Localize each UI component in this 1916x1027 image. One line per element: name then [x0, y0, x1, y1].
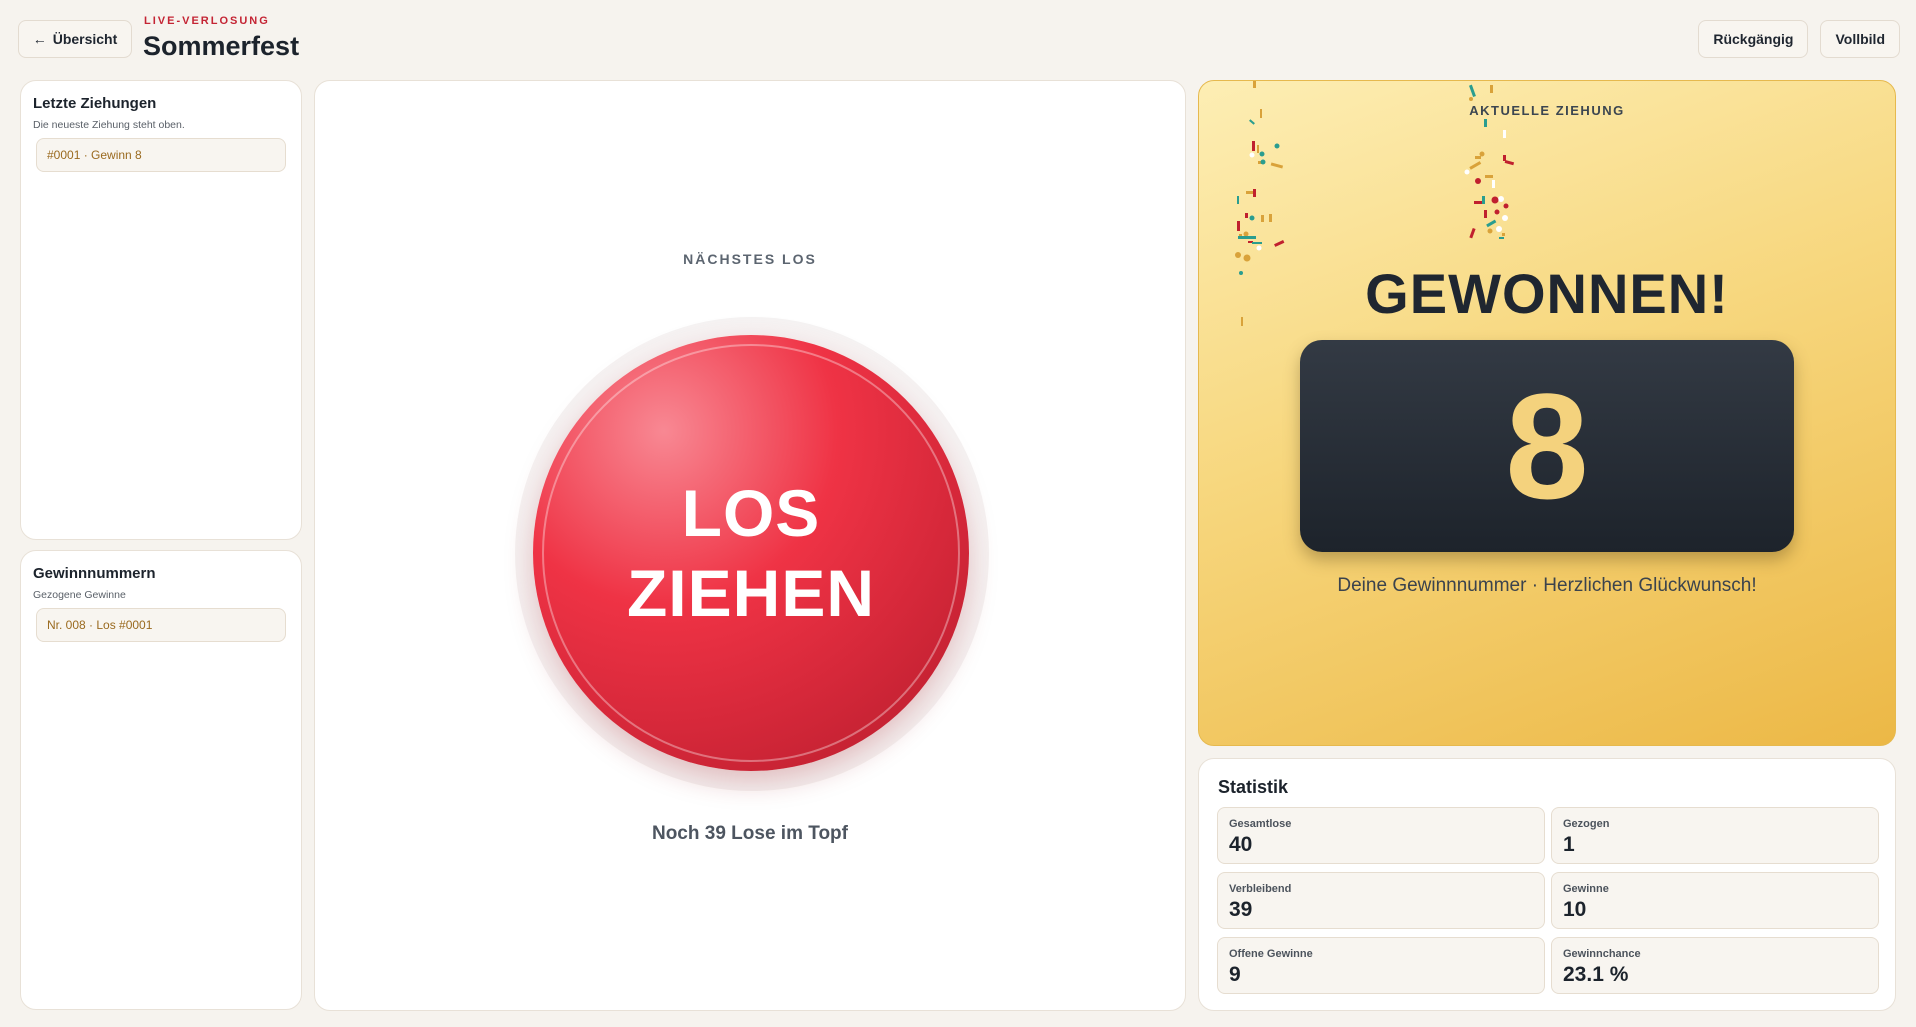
- undo-button[interactable]: Rückgängig: [1698, 20, 1809, 58]
- winning-numbers-panel: Gewinnnummern Gezogene Gewinne Nr. 008 ·…: [20, 550, 302, 1010]
- top-actions: Rückgängig Vollbild: [1698, 20, 1900, 58]
- won-headline: GEWONNEN!: [1365, 262, 1729, 325]
- stat-label: Gewinnchance: [1563, 948, 1641, 960]
- draw-button[interactable]: LOS ZIEHEN: [533, 335, 969, 771]
- winning-number: 8: [1505, 362, 1589, 530]
- draw-button-line2: ZIEHEN: [626, 556, 876, 630]
- draw-panel: NÄCHSTES LOS LOS ZIEHEN Noch 39 Lose im …: [314, 80, 1186, 1011]
- recent-draws-panel: Letzte Ziehungen Die neueste Ziehung ste…: [20, 80, 302, 540]
- statistics-title: Statistik: [1218, 777, 1289, 797]
- stat-value: 39: [1229, 898, 1253, 921]
- recent-draws-subtitle: Die neueste Ziehung steht oben.: [33, 119, 185, 131]
- stat-win-chance: Gewinnchance 23.1 %: [1551, 937, 1879, 994]
- stat-label: Offene Gewinne: [1229, 948, 1313, 960]
- stat-total-tickets: Gesamtlose 40: [1217, 807, 1545, 864]
- stat-open-prizes: Offene Gewinne 9: [1217, 937, 1545, 994]
- remaining-tickets-text: Noch 39 Lose im Topf: [651, 823, 848, 844]
- page-title: Sommerfest: [143, 31, 300, 61]
- next-ticket-label: NÄCHSTES LOS: [683, 251, 817, 267]
- statistics-panel: Statistik Gesamtlose 40 Gezogen 1 Verble…: [1198, 758, 1896, 1011]
- back-button[interactable]: ← Übersicht: [18, 20, 132, 58]
- stat-label: Gesamtlose: [1229, 818, 1292, 830]
- stat-remaining: Verbleibend 39: [1217, 872, 1545, 929]
- stat-label: Verbleibend: [1229, 883, 1292, 895]
- page-eyebrow: LIVE-VERLOSUNG: [144, 15, 270, 27]
- winning-numbers-subtitle: Gezogene Gewinne: [33, 589, 126, 601]
- winning-number-display: 8: [1300, 340, 1794, 552]
- congratulations-message: Deine Gewinnnummer · Herzlichen Glückwun…: [1337, 575, 1757, 596]
- current-draw-label: AKTUELLE ZIEHUNG: [1469, 103, 1625, 118]
- stat-label: Gezogen: [1563, 818, 1610, 830]
- stat-label: Gewinne: [1563, 883, 1609, 895]
- current-draw-panel: AKTUELLE ZIEHUNG GEWONNEN! 8 Deine Gewin…: [1198, 80, 1896, 746]
- arrow-left-icon: ←: [32, 31, 47, 47]
- stat-value: 10: [1563, 898, 1587, 921]
- recent-draws-title: Letzte Ziehungen: [33, 95, 157, 112]
- winning-number-item: Nr. 008 · Los #0001: [36, 608, 286, 642]
- recent-draw-item: #0001 · Gewinn 8: [36, 138, 286, 172]
- draw-button-line1: LOS: [681, 476, 821, 550]
- stat-drawn: Gezogen 1: [1551, 807, 1879, 864]
- stat-value: 9: [1229, 963, 1241, 986]
- fullscreen-button[interactable]: Vollbild: [1820, 20, 1900, 58]
- draw-button-wrap: LOS ZIEHEN: [515, 317, 989, 791]
- top-bar: ← Übersicht LIVE-VERLOSUNG Sommerfest Rü…: [0, 0, 1916, 72]
- winning-numbers-title: Gewinnnummern: [33, 565, 156, 582]
- stat-prizes: Gewinne 10: [1551, 872, 1879, 929]
- stat-value: 1: [1563, 833, 1575, 856]
- confetti-decoration: [1235, 81, 1515, 326]
- stat-value: 23.1 %: [1563, 963, 1629, 986]
- stat-value: 40: [1229, 833, 1253, 856]
- back-button-label: Übersicht: [52, 31, 118, 47]
